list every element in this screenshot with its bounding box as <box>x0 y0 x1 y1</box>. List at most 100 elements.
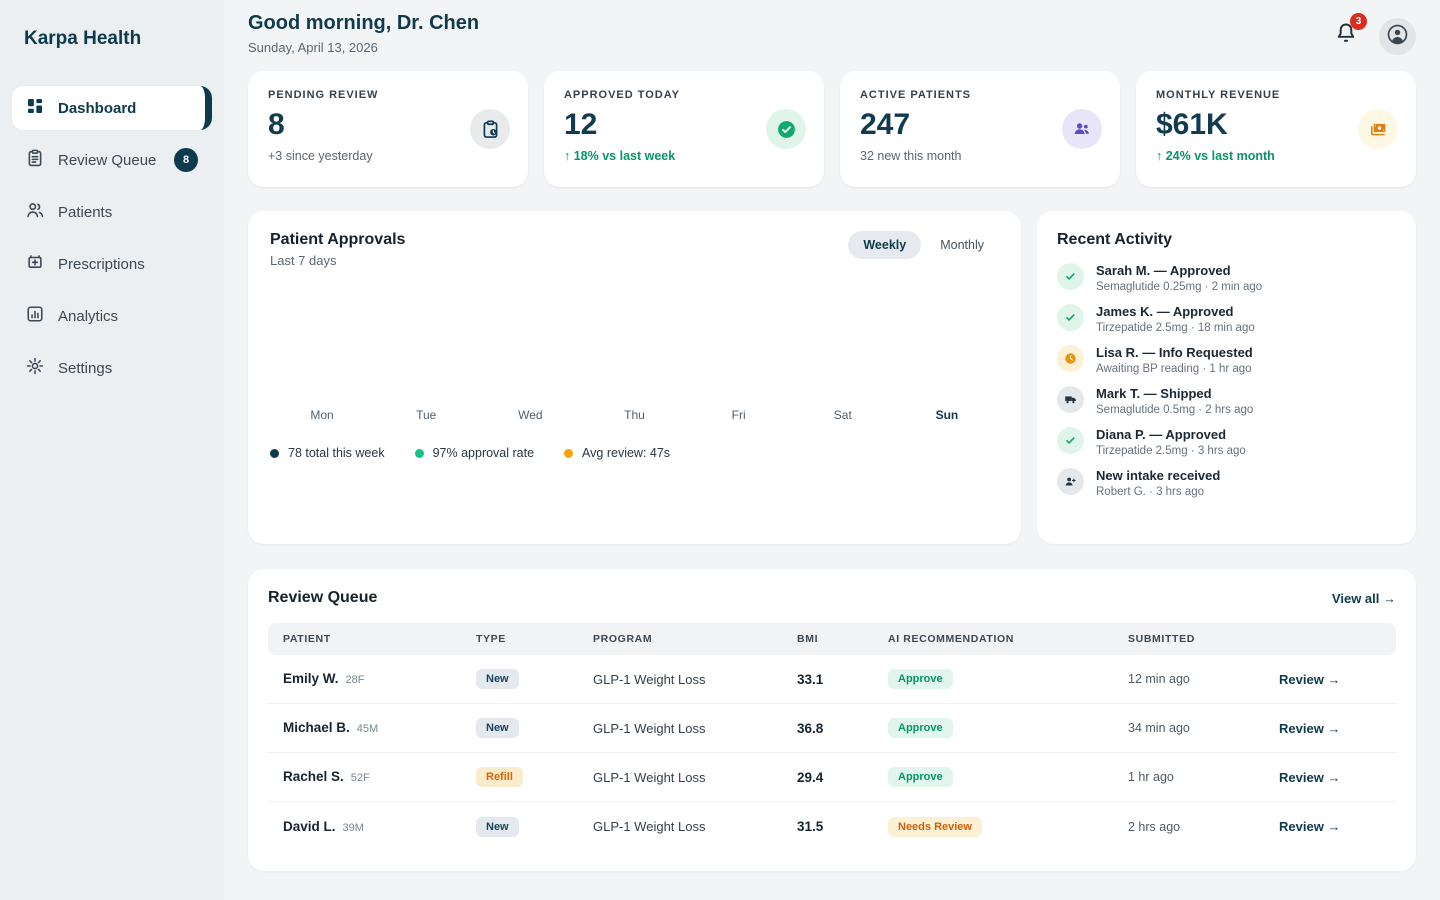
sidebar-item-label: Settings <box>58 360 112 377</box>
toggle-monthly[interactable]: Monthly <box>925 231 999 259</box>
patient-name: Michael B. <box>283 720 350 735</box>
activity-detail: Semaglutide 0.5mg · 2 hrs ago <box>1096 404 1253 416</box>
patient-age: 28F <box>346 674 365 686</box>
sidebar-item-settings[interactable]: Settings <box>12 346 212 390</box>
review-button[interactable]: Review → <box>1279 819 1381 834</box>
bmi-value: 36.8 <box>797 721 888 736</box>
app-logo: Karpa Health <box>12 24 212 54</box>
patients-icon <box>1062 109 1102 149</box>
profile-button[interactable] <box>1379 18 1416 55</box>
activity-item: James K. — Approved Tirzepatide 2.5mg · … <box>1057 304 1396 334</box>
review-queue-card: Review Queue View all → PATIENT TYPE PRO… <box>248 569 1416 871</box>
stat-label: MONTHLY REVENUE <box>1156 89 1396 101</box>
bmi-value: 29.4 <box>797 770 888 785</box>
money-icon <box>1358 109 1398 149</box>
sidebar-item-label: Review Queue <box>58 152 156 169</box>
ai-recommendation-badge: Approve <box>888 669 953 689</box>
sidebar-item-label: Patients <box>58 204 112 221</box>
stat-cards: PENDING REVIEW 8 +3 since yesterday APPR… <box>248 71 1416 187</box>
activity-detail: Semaglutide 0.25mg · 2 min ago <box>1096 281 1262 293</box>
activity-item: Mark T. — Shipped Semaglutide 0.5mg · 2 … <box>1057 386 1396 416</box>
stat-sub: ↑ 24% vs last month <box>1156 149 1396 163</box>
prescriptions-icon <box>26 253 44 275</box>
submitted-time: 12 min ago <box>1128 672 1279 686</box>
review-button[interactable]: Review → <box>1279 721 1381 736</box>
truck-icon <box>1057 386 1084 413</box>
content: PENDING REVIEW 8 +3 since yesterday APPR… <box>224 63 1440 895</box>
app-window: Karpa Health Dashboard Review Queue 8 Pa… <box>0 0 1440 900</box>
day-label: Sat <box>791 408 895 422</box>
chart-day-labels: Mon Tue Wed Thu Fri Sat Sun <box>270 408 999 422</box>
sidebar-item-patients[interactable]: Patients <box>12 190 212 234</box>
patient-age: 39M <box>343 822 364 834</box>
gear-icon <box>26 357 44 379</box>
column-header: SUBMITTED <box>1128 633 1279 645</box>
day-label: Thu <box>582 408 686 422</box>
sidebar-item-review-queue[interactable]: Review Queue 8 <box>12 138 212 182</box>
activity-detail: Robert G. · 3 hrs ago <box>1096 486 1220 498</box>
activity-item: Sarah M. — Approved Semaglutide 0.25mg ·… <box>1057 263 1396 293</box>
bell-icon <box>1333 34 1359 51</box>
recent-activity-title: Recent Activity <box>1057 231 1396 249</box>
stat-label: ACTIVE PATIENTS <box>860 89 1100 101</box>
page-date: Sunday, April 13, 2026 <box>248 40 479 55</box>
toggle-weekly[interactable]: Weekly <box>848 231 921 259</box>
analytics-icon <box>26 305 44 327</box>
activity-item: New intake received Robert G. · 3 hrs ag… <box>1057 468 1396 498</box>
patient-name: Emily W. <box>283 671 339 686</box>
stat-card-approved-today: APPROVED TODAY 12 ↑ 18% vs last week <box>544 71 824 187</box>
view-all-link[interactable]: View all → <box>1332 591 1396 606</box>
notification-count-badge: 3 <box>1350 13 1367 30</box>
stat-label: PENDING REVIEW <box>268 89 508 101</box>
clipboard-clock-icon <box>470 109 510 149</box>
type-badge: New <box>476 817 519 837</box>
review-button[interactable]: Review → <box>1279 672 1381 687</box>
table-header: PATIENT TYPE PROGRAM BMI AI RECOMMENDATI… <box>268 623 1396 655</box>
clipboard-icon <box>26 149 44 171</box>
stat-card-monthly-revenue: MONTHLY REVENUE $61K ↑ 24% vs last month <box>1136 71 1416 187</box>
column-header: TYPE <box>476 633 593 645</box>
review-queue-table: PATIENT TYPE PROGRAM BMI AI RECOMMENDATI… <box>268 623 1396 851</box>
submitted-time: 34 min ago <box>1128 721 1279 735</box>
sidebar-item-analytics[interactable]: Analytics <box>12 294 212 338</box>
ai-recommendation-badge: Approve <box>888 767 953 787</box>
check-icon <box>1057 304 1084 331</box>
patient-age: 45M <box>357 723 378 735</box>
legend-item: 78 total this week <box>270 446 385 460</box>
notifications-button[interactable]: 3 <box>1333 21 1359 52</box>
day-label-today: Sun <box>895 408 999 422</box>
type-badge: Refill <box>476 767 523 787</box>
activity-detail: Tirzepatide 2.5mg · 3 hrs ago <box>1096 445 1246 457</box>
clock-icon <box>1057 345 1084 372</box>
activity-title: Diana P. — Approved <box>1096 427 1246 442</box>
patient-approvals-card: Patient Approvals Last 7 days Weekly Mon… <box>248 211 1021 544</box>
stat-sub: 32 new this month <box>860 149 1100 163</box>
activity-title: New intake received <box>1096 468 1220 483</box>
legend-dot <box>415 449 424 458</box>
sidebar-item-prescriptions[interactable]: Prescriptions <box>12 242 212 286</box>
sidebar: Karpa Health Dashboard Review Queue 8 Pa… <box>0 0 224 900</box>
page-title: Good morning, Dr. Chen <box>248 12 479 35</box>
sidebar-item-label: Dashboard <box>58 100 136 117</box>
sidebar-nav: Dashboard Review Queue 8 Patients Prescr… <box>12 86 212 390</box>
table-row: David L.39M New GLP-1 Weight Loss 31.5 N… <box>268 802 1396 851</box>
sidebar-item-dashboard[interactable]: Dashboard <box>12 86 212 130</box>
submitted-time: 2 hrs ago <box>1128 820 1279 834</box>
person-plus-icon <box>1057 468 1084 495</box>
program: GLP-1 Weight Loss <box>593 819 797 834</box>
stat-sub: +3 since yesterday <box>268 149 508 163</box>
review-button[interactable]: Review → <box>1279 770 1381 785</box>
ai-recommendation-badge: Needs Review <box>888 817 982 837</box>
type-badge: New <box>476 718 519 738</box>
activity-detail: Awaiting BP reading · 1 hr ago <box>1096 363 1253 375</box>
column-header: PROGRAM <box>593 633 797 645</box>
activity-item: Diana P. — Approved Tirzepatide 2.5mg · … <box>1057 427 1396 457</box>
legend-item: Avg review: 47s <box>564 446 670 460</box>
legend-label: 78 total this week <box>288 446 385 460</box>
legend-dot <box>270 449 279 458</box>
activity-title: Mark T. — Shipped <box>1096 386 1253 401</box>
patient-age: 52F <box>351 772 370 784</box>
bmi-value: 31.5 <box>797 819 888 834</box>
stat-sub: ↑ 18% vs last week <box>564 149 804 163</box>
review-queue-title: Review Queue <box>268 589 377 607</box>
